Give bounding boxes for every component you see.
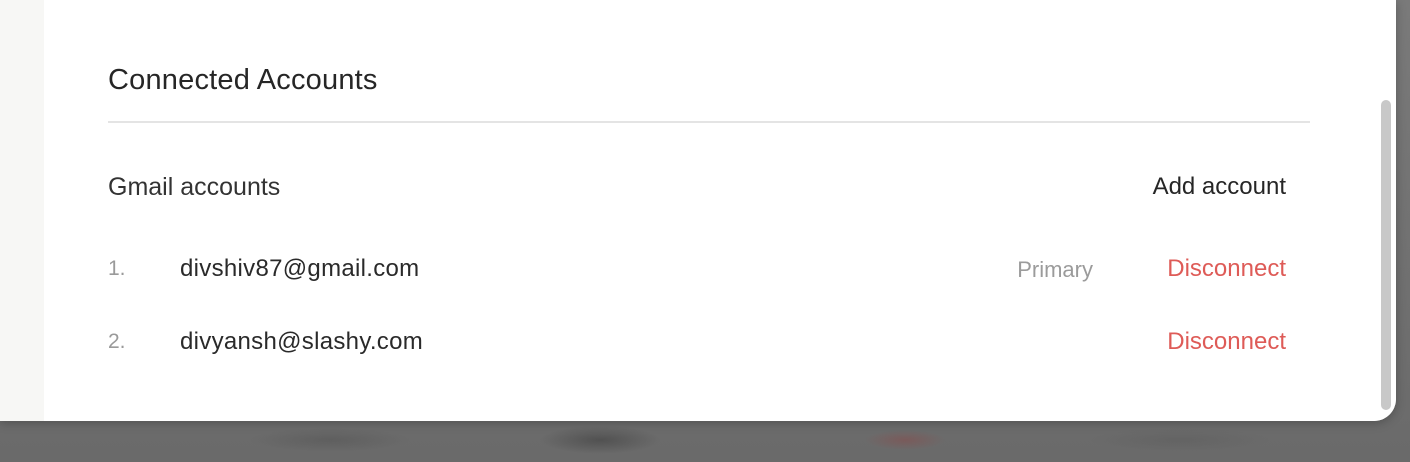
account-email: divyansh@slashy.com xyxy=(180,328,424,355)
account-email: divshiv87@gmail.com xyxy=(180,255,420,282)
disconnect-button[interactable]: Disconnect xyxy=(1167,255,1286,283)
scrollbar-thumb[interactable] xyxy=(1381,100,1391,410)
settings-panel: Connected Accounts Gmail accounts Add ac… xyxy=(44,0,1396,421)
account-index: 1. xyxy=(108,257,126,280)
account-index: 2. xyxy=(108,330,126,353)
account-row: 2. divyansh@slashy.com Disconnect xyxy=(108,328,1286,364)
disconnect-button[interactable]: Disconnect xyxy=(1167,328,1286,356)
gmail-accounts-heading: Gmail accounts xyxy=(108,173,281,201)
primary-badge: Primary xyxy=(1017,257,1093,282)
scrollbar[interactable] xyxy=(1380,100,1392,410)
account-row: 1. divshiv87@gmail.com Primary Disconnec… xyxy=(108,255,1286,291)
section-title: Connected Accounts xyxy=(108,64,378,96)
app-window: Connected Accounts Gmail accounts Add ac… xyxy=(0,0,1396,421)
section-divider xyxy=(108,121,1310,123)
add-account-button[interactable]: Add account xyxy=(1153,173,1286,201)
